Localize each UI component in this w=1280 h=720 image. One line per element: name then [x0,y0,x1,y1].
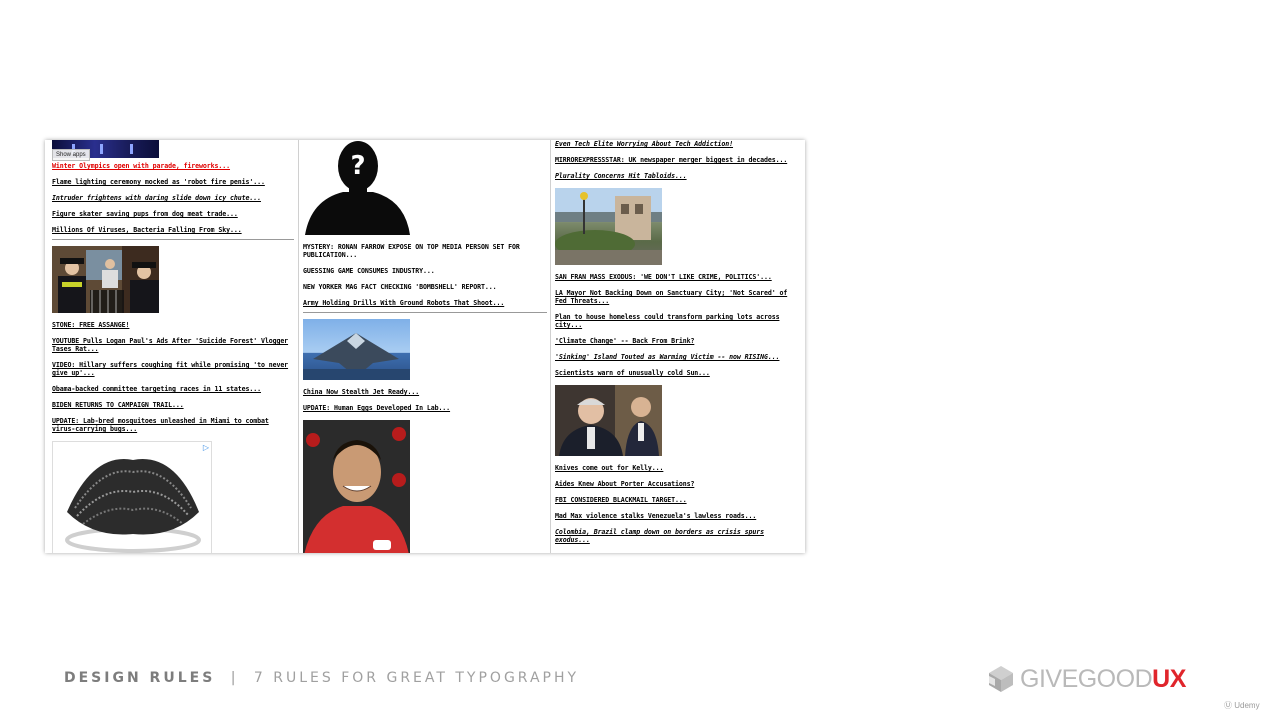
athlete-photo[interactable] [303,420,410,553]
headline-link[interactable]: YOUTUBE Pulls Logan Paul's Ads After 'Su… [52,337,294,353]
headline-link[interactable]: Figure skater saving pups from dog meat … [52,210,294,218]
divider-rule [303,312,547,313]
headline-link[interactable]: MYSTERY: RONAN FARROW EXPOSE ON TOP MEDI… [303,243,547,259]
stage-light [130,144,133,154]
stealth-jet-photo[interactable] [303,319,410,380]
adchoices-icon[interactable]: ▷ [203,443,209,452]
headline-link[interactable]: Plurality Concerns Hit Tabloids... [555,172,799,180]
column-divider [298,140,299,553]
street-illustration [555,188,662,265]
headline-link[interactable]: Mad Max violence stalks Venezuela's lawl… [555,512,799,520]
headline-link[interactable]: MIRROREXPRESSSTAR: UK newspaper merger b… [555,156,799,164]
headline-link[interactable]: Army Holding Drills With Ground Robots T… [303,299,547,307]
headline-list: SAN FRAN MASS EXODUS: 'WE DON'T LIKE CRI… [555,273,799,377]
headline-link[interactable]: FBI CONSIDERED BLACKMAIL TARGET... [555,496,799,504]
headline-link[interactable]: SAN FRAN MASS EXODUS: 'WE DON'T LIKE CRI… [555,273,799,281]
headline-list: STONE: FREE ASSANGE! YOUTUBE Pulls Logan … [52,321,294,433]
police-photo[interactable] [52,246,159,313]
center-column: ? MYSTERY: RONAN FARROW EXPOSE ON TOP ME… [303,140,547,553]
headline-list: Knives come out for Kelly... Aides Knew A… [555,464,799,544]
street-photo[interactable] [555,188,662,265]
headline-link[interactable]: VIDEO: Hillary suffers coughing fit whil… [52,361,294,377]
ring-advertisement[interactable]: ▷ [52,441,212,553]
course-caption: DESIGN RULES | 7 RULES FOR GREAT TYPOGRA… [64,670,579,688]
headline-link[interactable]: UPDATE: Lab-bred mosquitoes unleashed in… [52,417,294,433]
course-title: 7 RULES FOR GREAT TYPOGRAPHY [253,670,580,686]
udemy-label: Udemy [1234,701,1260,710]
brand-word: GIVEGOOD [1020,665,1153,693]
police-officers-illustration [52,246,159,313]
headline-link[interactable]: Knives come out for Kelly... [555,464,799,472]
officials-photo[interactable] [555,385,662,456]
jet-illustration [303,333,410,380]
headline-link[interactable]: Colombia, Brazil clamp down on borders a… [555,528,799,544]
svg-text:?: ? [350,151,365,181]
column-divider [550,140,551,553]
headline-link[interactable]: LA Mayor Not Backing Down on Sanctuary C… [555,289,799,305]
headline-link[interactable]: 'Sinking' Island Touted as Warming Victi… [555,353,799,361]
headline-link[interactable]: STONE: FREE ASSANGE! [52,321,294,329]
course-section: DESIGN RULES [64,670,216,686]
headline-link[interactable]: Winter Olympics open with parade, firewo… [52,162,294,170]
headline-link[interactable]: 'Climate Change' -- Back From Brink? [555,337,799,345]
headline-link[interactable]: Scientists warn of unusually cold Sun... [555,369,799,377]
athlete-illustration [303,420,410,553]
headline-list: Winter Olympics open with parade, firewo… [52,162,294,234]
brand-wordmark: GIVEGOODUX [1020,665,1186,694]
headline-link[interactable]: Flame lighting ceremony mocked as 'robot… [52,178,294,186]
givegoodux-logo: GIVEGOODUX [986,662,1236,696]
headline-list: Even Tech Elite Worrying About Tech Addi… [555,140,799,180]
headline-link[interactable]: NEW YORKER MAG FACT CHECKING 'BOMBSHELL'… [303,283,547,291]
headline-link[interactable]: Obama-backed committee targeting races i… [52,385,294,393]
headline-list: MYSTERY: RONAN FARROW EXPOSE ON TOP MEDI… [303,243,547,307]
headline-link[interactable]: China Now Stealth Jet Ready... [303,388,547,396]
brand-ux: UX [1152,665,1186,693]
show-apps-tooltip: Show apps [52,149,90,161]
drudge-screenshot: Show apps Winter Olympics open with para… [45,140,805,553]
headline-link[interactable]: Plan to house homeless could transform p… [555,313,799,329]
divider-rule [52,239,294,240]
headline-link[interactable]: Even Tech Elite Worrying About Tech Addi… [555,140,799,148]
headline-link[interactable]: Millions Of Viruses, Bacteria Falling Fr… [52,226,294,234]
ring-illustration [65,459,201,553]
officials-illustration [555,385,662,456]
headline-link[interactable]: GUESSING GAME CONSUMES INDUSTRY... [303,267,547,275]
headline-link[interactable]: BIDEN RETURNS TO CAMPAIGN TRAIL... [52,401,294,409]
stage-light [100,144,103,154]
headline-link[interactable]: Aides Knew About Porter Accusations? [555,480,799,488]
headline-link[interactable]: Intruder frightens with daring slide dow… [52,194,294,202]
silhouette-illustration: ? [305,141,410,235]
mystery-person-image[interactable]: ? [303,140,410,235]
left-column: Show apps Winter Olympics open with para… [52,140,294,553]
caption-divider: | [230,670,239,686]
udemy-watermark: Ⓤ Udemy [1224,700,1260,711]
right-column: Even Tech Elite Worrying About Tech Addi… [555,140,799,553]
cube-logo-icon [989,666,1013,692]
headline-list: China Now Stealth Jet Ready... UPDATE: Hu… [303,388,547,412]
udemy-icon: Ⓤ [1224,701,1235,710]
headline-link[interactable]: UPDATE: Human Eggs Developed In Lab... [303,404,547,412]
olympics-photo[interactable]: Show apps [52,140,159,161]
